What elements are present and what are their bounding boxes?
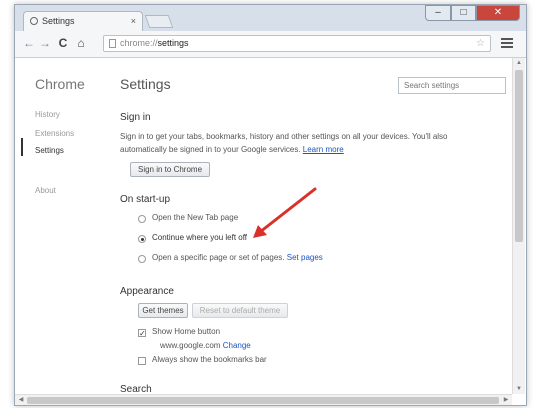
settings-page: Chrome History Extensions Settings About… [15,58,526,405]
set-pages-link[interactable]: Set pages [287,253,323,262]
vertical-scrollbar[interactable]: ▲ ▼ [512,58,525,394]
url-text: chrome://settings [120,38,189,48]
tab-title: Settings [42,16,75,26]
maximize-button[interactable]: □ [451,5,476,21]
page-title: Settings [120,76,171,92]
maximize-icon: □ [460,7,467,18]
sidebar: Chrome History Extensions Settings About [15,58,107,405]
new-tab-button[interactable] [144,15,174,28]
forward-icon[interactable]: → [37,35,53,51]
startup-radio-new-tab[interactable] [138,215,146,223]
vertical-scroll-thumb[interactable] [515,70,523,242]
startup-option-specific: Open a specific page or set of pages. Se… [152,253,323,262]
signin-section-title: Sign in [120,112,151,123]
sidebar-item-history[interactable]: History [35,110,60,119]
tab-settings[interactable]: Settings × [23,11,143,31]
startup-option-new-tab: Open the New Tab page [152,213,239,222]
sidebar-heading: Chrome [35,76,85,92]
minimize-icon: – [435,7,441,18]
startup-radio-specific[interactable] [138,255,146,263]
scroll-down-icon[interactable]: ▼ [514,384,524,394]
address-bar[interactable]: chrome://settings ☆ [103,35,491,52]
toolbar: ← → C ⌂ chrome://settings ☆ [15,31,526,58]
menu-icon[interactable] [501,36,513,50]
get-themes-button[interactable]: Get themes [138,303,188,318]
star-icon[interactable]: ☆ [476,36,485,51]
startup-radio-continue[interactable] [138,235,146,243]
close-window-button[interactable]: ✕ [476,5,520,21]
close-icon: ✕ [493,7,503,18]
sign-in-button[interactable]: Sign in to Chrome [130,162,210,177]
tab-strip: Settings × – □ ✕ [15,5,526,31]
appearance-section-title: Appearance [120,286,174,297]
change-home-link[interactable]: Change [223,341,251,350]
startup-section-title: On start-up [120,194,171,205]
reset-theme-button[interactable]: Reset to default theme [192,303,288,318]
horizontal-scrollbar[interactable]: ◀ ▶ [15,394,512,405]
settings-tab-icon [30,17,38,25]
reload-icon[interactable]: C [55,35,71,51]
horizontal-scroll-thumb[interactable] [27,397,499,404]
back-icon[interactable]: ← [21,35,37,51]
home-page-url: www.google.com Change [160,341,251,350]
sidebar-item-settings[interactable]: Settings [35,146,64,155]
bookmarks-bar-checkbox[interactable] [138,357,146,365]
page-icon [109,39,116,48]
show-home-checkbox[interactable]: ✓ [138,329,146,338]
minimize-button[interactable]: – [425,5,451,21]
bookmarks-bar-label: Always show the bookmarks bar [152,355,267,364]
scroll-up-icon[interactable]: ▲ [514,58,524,68]
show-home-label: Show Home button [152,327,221,336]
sidebar-item-about[interactable]: About [35,186,56,195]
home-icon[interactable]: ⌂ [73,35,89,51]
scroll-right-icon[interactable]: ▶ [501,395,511,405]
learn-more-link[interactable]: Learn more [303,145,344,154]
settings-main: Settings Sign in Sign in to get your tab… [120,58,510,405]
search-settings-input[interactable] [398,77,506,94]
browser-window: Settings × – □ ✕ ← → C ⌂ chrome://settin… [14,4,527,406]
signin-description: Sign in to get your tabs, bookmarks, his… [120,132,448,154]
tab-close-icon[interactable]: × [131,12,136,30]
scroll-left-icon[interactable]: ◀ [16,395,26,405]
startup-option-continue: Continue where you left off [152,233,248,242]
active-indicator [21,138,23,156]
sidebar-item-extensions[interactable]: Extensions [35,129,74,138]
